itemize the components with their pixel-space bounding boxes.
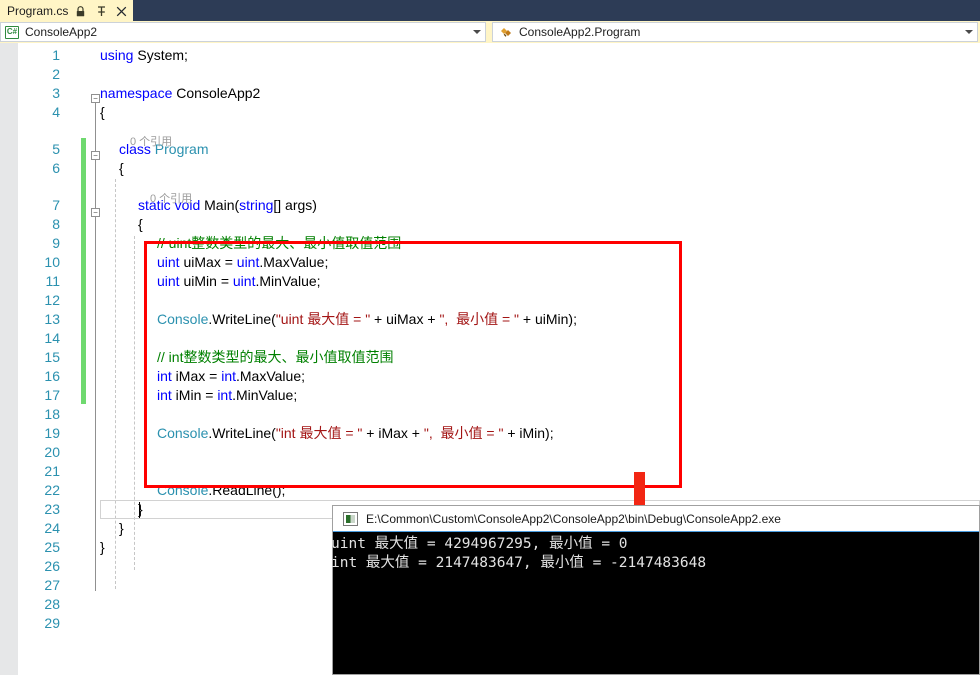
code-text: namespace ConsoleApp2 (100, 84, 260, 103)
code-text: // int整数类型的最大、最小值取值范围 (157, 348, 393, 367)
console-output-line: int 最大值 = 2147483647, 最小值 = -2147483648 (331, 554, 979, 573)
code-line[interactable]: 22 Console.ReadLine(); (0, 481, 980, 500)
line-number: 17 (20, 386, 60, 405)
line-number: 21 (20, 462, 60, 481)
code-line[interactable]: 10 uint uiMax = uint.MaxValue; (0, 253, 980, 272)
line-number: 28 (20, 595, 60, 614)
code-text: Console.ReadLine(); (157, 481, 285, 500)
line-number: 2 (20, 65, 60, 84)
console-title-bar: E:\Common\Custom\ConsoleApp2\ConsoleApp2… (333, 506, 979, 532)
class-member-icon (499, 26, 513, 39)
code-line[interactable]: 16 int iMax = int.MaxValue; (0, 367, 980, 386)
code-text: { (100, 103, 105, 122)
chevron-down-icon[interactable] (473, 30, 481, 34)
code-line[interactable]: 7static void Main(string[] args) (0, 196, 980, 215)
code-text: int iMin = int.MinValue; (157, 386, 297, 405)
type-dropdown[interactable]: C# ConsoleApp2 (0, 22, 486, 42)
line-number: 10 (20, 253, 60, 272)
code-line[interactable]: 12 (0, 291, 980, 310)
visual-studio-window: Program.cs C# ConsoleApp2 (0, 0, 980, 675)
line-number: 20 (20, 443, 60, 462)
editor-tab-strip: Program.cs (0, 0, 980, 21)
line-number: 23 (20, 500, 60, 519)
navigation-bar: C# ConsoleApp2 ConsoleApp2.Program (0, 21, 980, 43)
code-text: } (100, 538, 105, 557)
console-title-text: E:\Common\Custom\ConsoleApp2\ConsoleApp2… (366, 512, 781, 526)
line-number: 22 (20, 481, 60, 500)
line-number: 4 (20, 103, 60, 122)
line-number: 1 (20, 46, 60, 65)
code-line[interactable]: 11 uint uiMin = uint.MinValue; (0, 272, 980, 291)
code-line[interactable]: 6{ (0, 159, 980, 178)
code-text: Console.WriteLine("uint 最大值 = " + uiMax … (157, 310, 577, 329)
code-line[interactable]: 20 (0, 443, 980, 462)
type-dropdown-value: ConsoleApp2 (25, 25, 97, 39)
line-number: 9 (20, 234, 60, 253)
text-caret (139, 502, 140, 518)
member-dropdown[interactable]: ConsoleApp2.Program (492, 22, 978, 42)
console-output-line: uint 最大值 = 4294967295, 最小值 = 0 (331, 535, 979, 554)
line-number: 27 (20, 576, 60, 595)
code-line[interactable]: 13 Console.WriteLine("uint 最大值 = " + uiMa… (0, 310, 980, 329)
code-text: } (119, 519, 124, 538)
editor-tab-label: Program.cs (7, 1, 68, 22)
member-dropdown-value: ConsoleApp2.Program (519, 25, 640, 39)
code-line[interactable]: 2 (0, 65, 980, 84)
code-text: using System; (100, 46, 188, 65)
line-number: 12 (20, 291, 60, 310)
close-icon[interactable] (116, 5, 127, 18)
console-app-icon (343, 512, 358, 526)
code-line[interactable]: 8{ (0, 215, 980, 234)
line-number: 6 (20, 159, 60, 178)
line-number: 25 (20, 538, 60, 557)
line-number: 3 (20, 84, 60, 103)
code-text: uint uiMax = uint.MaxValue; (157, 253, 328, 272)
code-text: // uint整数类型的最大、最小值取值范围 (157, 234, 401, 253)
code-line[interactable]: 21 (0, 462, 980, 481)
chevron-down-icon[interactable] (965, 30, 973, 34)
code-line[interactable]: 1 using System; (0, 46, 980, 65)
code-text: Console.WriteLine("int 最大值 = " + iMax + … (157, 424, 554, 443)
code-line[interactable]: 15 // int整数类型的最大、最小值取值范围 (0, 348, 980, 367)
line-number: 15 (20, 348, 60, 367)
code-line[interactable]: 19 Console.WriteLine("int 最大值 = " + iMax … (0, 424, 980, 443)
line-number: 24 (20, 519, 60, 538)
code-line[interactable]: 3 namespace ConsoleApp2 (0, 84, 980, 103)
code-text: { (138, 215, 143, 234)
console-output-body: uint 最大值 = 4294967295, 最小值 = 0int 最大值 = … (333, 533, 979, 674)
editor-tab-program-cs[interactable]: Program.cs (0, 0, 133, 21)
line-number: 18 (20, 405, 60, 424)
line-number: 5 (20, 140, 60, 159)
line-number: 7 (20, 196, 60, 215)
csharp-project-icon: C# (5, 26, 19, 39)
code-text: int iMax = int.MaxValue; (157, 367, 305, 386)
code-line[interactable]: 9 // uint整数类型的最大、最小值取值范围 (0, 234, 980, 253)
console-output-window[interactable]: E:\Common\Custom\ConsoleApp2\ConsoleApp2… (332, 505, 980, 675)
code-text: { (119, 159, 124, 178)
line-number: 11 (20, 272, 60, 291)
line-number: 19 (20, 424, 60, 443)
code-line[interactable]: 14 (0, 329, 980, 348)
line-number: 29 (20, 614, 60, 633)
code-line[interactable]: 4{ (0, 103, 980, 122)
code-line[interactable]: 18 (0, 405, 980, 424)
code-line[interactable]: 17 int iMin = int.MinValue; (0, 386, 980, 405)
codelens-method-references[interactable]: 0 个引用 (150, 191, 192, 207)
pin-icon[interactable] (96, 5, 107, 18)
codelens-class-references[interactable]: 0 个引用 (130, 134, 172, 150)
line-number: 8 (20, 215, 60, 234)
code-text: uint uiMin = uint.MinValue; (157, 272, 321, 291)
line-number: 14 (20, 329, 60, 348)
line-number: 13 (20, 310, 60, 329)
line-number: 16 (20, 367, 60, 386)
lock-icon[interactable] (75, 5, 86, 18)
line-number: 26 (20, 557, 60, 576)
